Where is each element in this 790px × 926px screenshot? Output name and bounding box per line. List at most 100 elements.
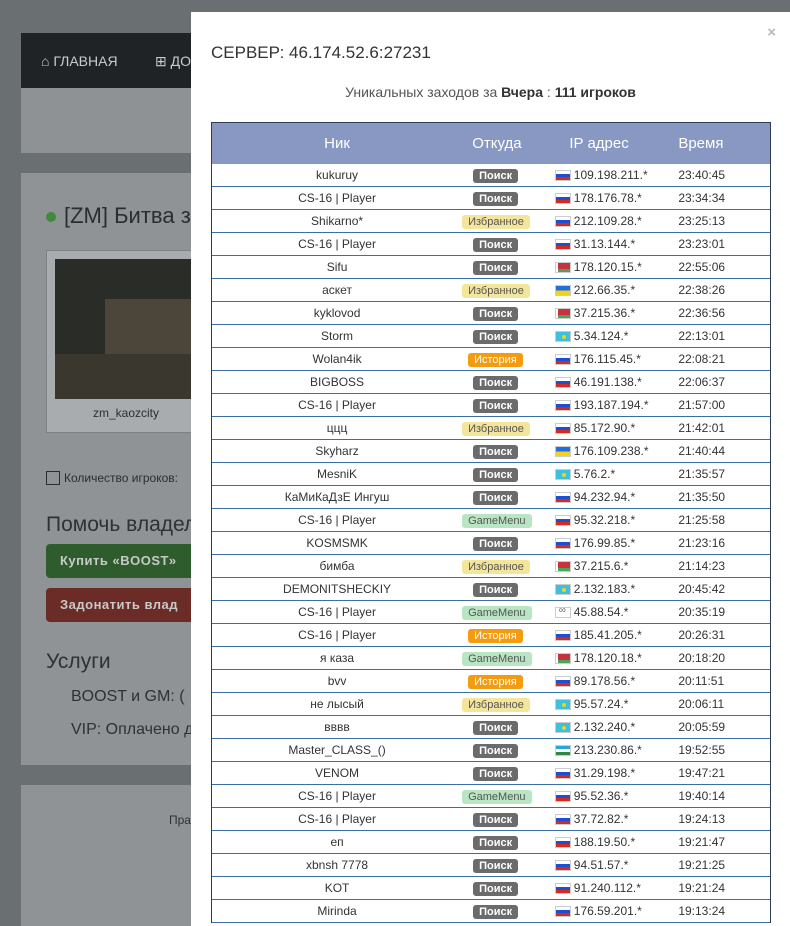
ip-cell: 212.66.35.* [547, 283, 675, 297]
country-flag-icon [554, 721, 571, 733]
help-owner-heading: Помочь владел [46, 513, 197, 536]
source-badge: Избранное [462, 697, 530, 712]
visits-summary: Уникальных заходов за Вчера : 111 игроко… [191, 84, 790, 100]
map-thumbnail[interactable]: zm_kaozcity [46, 250, 206, 433]
player-nick: CS-16 | Player [298, 398, 376, 412]
player-nick: Master_CLASS_() [288, 743, 386, 757]
country-flag-icon [554, 537, 571, 549]
source-badge: Поиск [473, 904, 519, 919]
visit-time: 19:40:14 [678, 789, 726, 803]
table-row: CS-16 | Player GameMenu 95.32.218.* 21:25:5… [212, 509, 770, 532]
visit-time: 22:38:26 [678, 283, 726, 297]
ip-address: 178.120.15.* [573, 260, 642, 274]
summary-sep: : [543, 84, 555, 100]
nav-home[interactable]: ⌂ ГЛАВНАЯ [41, 53, 118, 69]
ip-cell: 94.51.57.* [547, 858, 675, 872]
player-nick: бимба [319, 559, 355, 573]
ip-address: 5.76.2.* [573, 467, 616, 481]
country-flag-icon [554, 376, 571, 388]
ip-address: 2.132.240.* [573, 720, 636, 734]
close-icon[interactable]: × [767, 24, 776, 41]
visit-time: 21:25:58 [678, 513, 726, 527]
visit-time: 22:13:01 [678, 329, 726, 343]
visit-time: 21:42:01 [678, 421, 726, 435]
player-nick: вввв [324, 720, 350, 734]
source-cell: Поиск [462, 444, 547, 459]
ip-cell: 37.215.36.* [547, 306, 675, 320]
ip-cell: 213.230.86.* [547, 743, 675, 757]
ip-address: 94.232.94.* [573, 490, 636, 504]
country-flag-icon [554, 468, 571, 480]
source-cell: Поиск [462, 398, 547, 413]
country-flag-icon [554, 422, 571, 434]
ip-cell: 91.240.112.* [547, 881, 675, 895]
ip-address: 188.19.50.* [573, 835, 636, 849]
visit-time: 21:57:00 [678, 398, 726, 412]
player-icon [46, 471, 60, 485]
visit-time: 20:18:20 [678, 651, 726, 665]
table-row: CS-16 | Player GameMenu 95.52.36.* 19:40:14 [212, 785, 770, 808]
visitors-table: Ник Откуда IP адрес Время kukuruy Поиск 10… [211, 122, 771, 923]
country-flag-icon [554, 629, 571, 641]
source-cell: Поиск [462, 168, 547, 183]
ip-address: 45.88.54.* [573, 605, 629, 619]
nav-add-label: ДО [170, 53, 191, 69]
player-nick: bvv [327, 674, 347, 688]
source-badge: GameMenu [462, 605, 532, 620]
source-cell: Поиск [462, 720, 547, 735]
ip-cell: 89.178.56.* [547, 674, 675, 688]
country-flag-icon [554, 215, 571, 227]
source-badge: Избранное [462, 559, 530, 574]
country-flag-icon [554, 307, 571, 319]
source-badge: Поиск [473, 329, 519, 344]
nav-add[interactable]: ⊞ ДО [155, 53, 191, 70]
country-flag-icon [554, 169, 571, 181]
player-nick: CS-16 | Player [298, 628, 376, 642]
table-row: Sifu Поиск 178.120.15.* 22:55:06 [212, 256, 770, 279]
country-flag-icon [554, 652, 571, 664]
ip-cell: 85.172.90.* [547, 421, 675, 435]
source-badge: Поиск [473, 168, 519, 183]
player-nick: Sifu [326, 260, 348, 274]
ip-cell: 178.176.78.* [547, 191, 675, 205]
source-badge: История [468, 674, 523, 689]
table-row: Storm Поиск 5.34.124.* 22:13:01 [212, 325, 770, 348]
modal-title: СЕРВЕР: 46.174.52.6:27231 [211, 43, 431, 62]
country-flag-icon [554, 353, 571, 365]
country-flag-icon [554, 836, 571, 848]
table-row: аскет Избранное 212.66.35.* 22:38:26 [212, 279, 770, 302]
source-badge: Поиск [473, 191, 519, 206]
table-row: DEMONITSHECKIY Поиск 2.132.183.* 20:45:42 [212, 578, 770, 601]
ip-address: 2.132.183.* [573, 582, 636, 596]
ip-cell: 31.13.144.* [547, 237, 675, 251]
visit-time: 20:35:19 [678, 605, 726, 619]
map-image [55, 259, 199, 399]
player-nick: я каза [320, 651, 355, 665]
visit-time: 23:25:13 [678, 214, 726, 228]
player-nick: Storm [321, 329, 354, 343]
visit-time: 19:21:24 [678, 881, 726, 895]
source-cell: Поиск [462, 812, 547, 827]
country-flag-icon [554, 491, 571, 503]
source-cell: GameMenu [462, 513, 547, 528]
ip-cell: 2.132.183.* [547, 582, 675, 596]
table-row: CS-16 | Player История 185.41.205.* 20:26:3… [212, 624, 770, 647]
ip-cell: 95.52.36.* [547, 789, 675, 803]
table-row: бимба Избранное 37.215.6.* 21:14:23 [212, 555, 770, 578]
source-cell: Поиск [462, 881, 547, 896]
player-nick: VENOM [315, 766, 360, 780]
source-badge: Поиск [473, 237, 519, 252]
source-cell: Поиск [462, 582, 547, 597]
visit-time: 22:55:06 [678, 260, 726, 274]
player-nick: CS-16 | Player [298, 812, 376, 826]
ip-address: 94.51.57.* [573, 858, 629, 872]
table-row: я каза GameMenu 178.120.18.* 20:18:20 [212, 647, 770, 670]
ip-cell: 95.32.218.* [547, 513, 675, 527]
summary-period: Вчера [501, 84, 544, 100]
ip-address: 176.115.45.* [573, 352, 641, 366]
source-cell: GameMenu [462, 605, 547, 620]
players-count: Количество игроков: [46, 471, 178, 485]
ip-address: 176.59.201.* [573, 904, 642, 918]
visit-time: 20:05:59 [678, 720, 726, 734]
visit-time: 21:35:50 [678, 490, 726, 504]
